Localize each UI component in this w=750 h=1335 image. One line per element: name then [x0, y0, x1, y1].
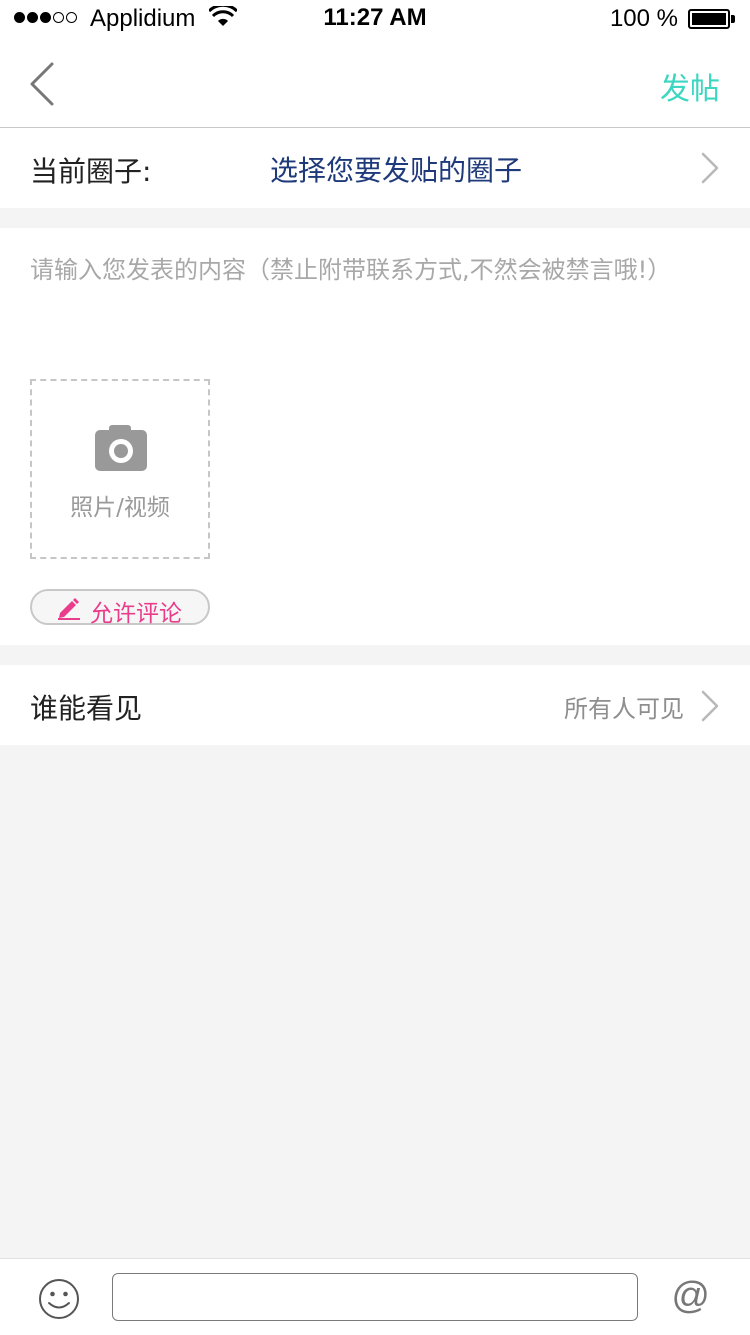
post-content-input[interactable]	[30, 256, 720, 284]
battery-icon	[688, 9, 736, 29]
allow-comments-label: 允许评论	[90, 601, 182, 627]
battery-percentage: 100 %	[609, 5, 678, 32]
post-content-area: 照片/视频 允许评论	[0, 228, 750, 645]
navigation-bar: 发帖	[0, 40, 750, 128]
visibility-row[interactable]: 谁能看见 所有人可见	[0, 665, 750, 745]
visibility-value: 所有人可见	[564, 695, 684, 723]
post-button[interactable]: 发帖	[660, 64, 720, 108]
status-bar: Applidium 11:27 AM 100 %	[0, 0, 750, 40]
photo-video-upload-button[interactable]: 照片/视频	[30, 379, 210, 559]
pencil-icon	[58, 598, 80, 620]
chevron-right-icon	[701, 690, 719, 722]
camera-icon	[95, 425, 147, 471]
mention-button[interactable]: @	[671, 1275, 710, 1318]
chevron-left-icon[interactable]	[26, 60, 58, 108]
smiley-icon[interactable]	[38, 1278, 80, 1320]
chevron-right-icon	[701, 152, 719, 184]
allow-comments-toggle[interactable]: 允许评论	[30, 589, 210, 627]
message-input[interactable]	[112, 1273, 638, 1321]
upload-label: 照片/视频	[70, 495, 170, 521]
circle-select-row[interactable]: 当前圈子: 选择您要发贴的圈子	[0, 128, 750, 208]
circle-select-value[interactable]: 选择您要发贴的圈子	[270, 149, 522, 189]
circle-label: 当前圈子:	[30, 155, 152, 188]
visibility-label: 谁能看见	[30, 692, 143, 725]
bottom-input-bar: @	[0, 1258, 750, 1335]
